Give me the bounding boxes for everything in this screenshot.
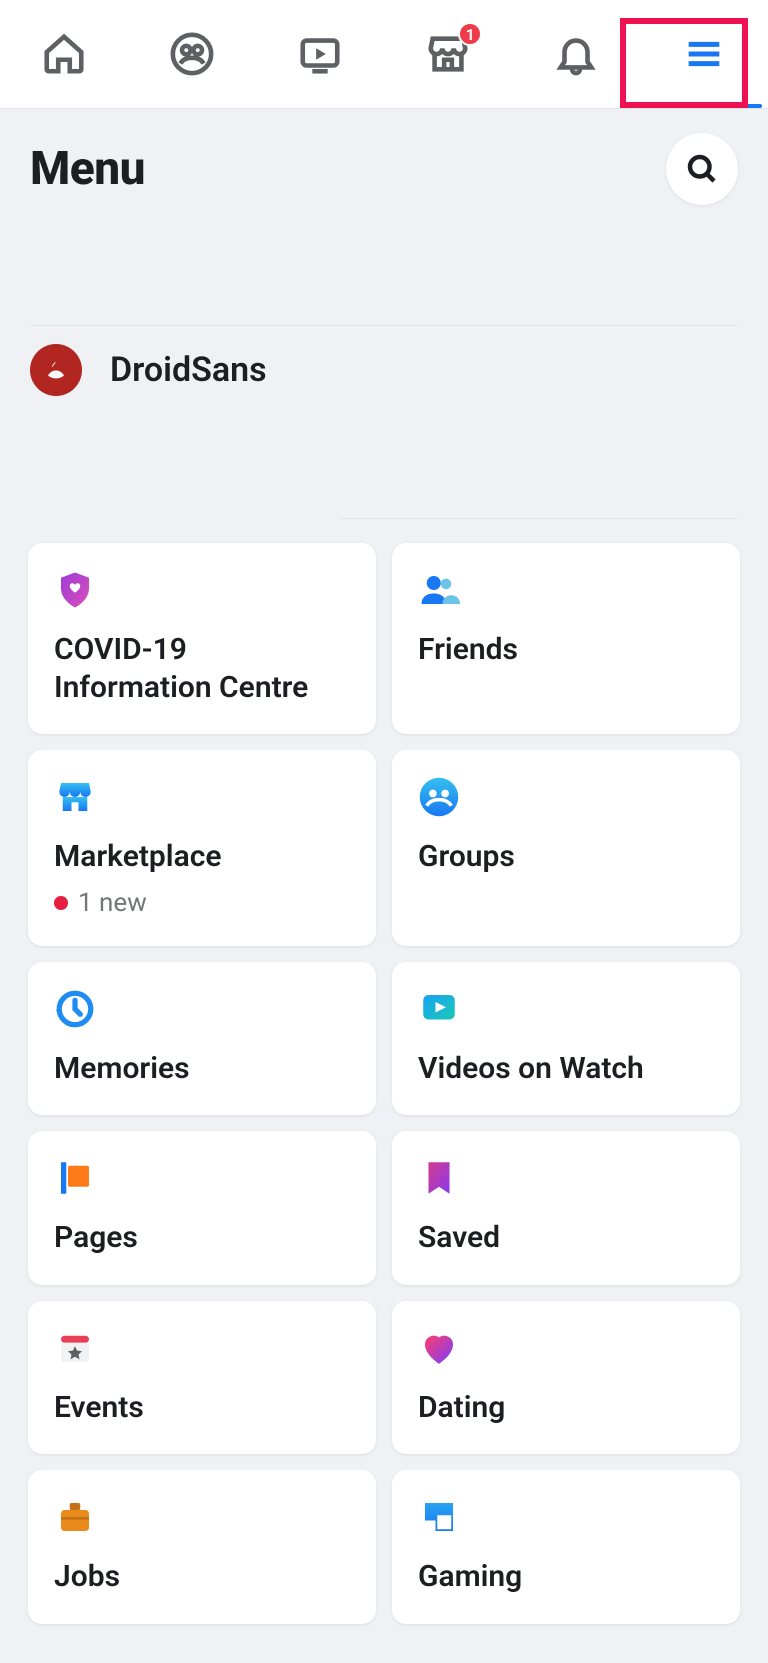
watch-icon [297,31,343,77]
bell-icon [553,31,599,77]
menu-item-label: Pages [54,1219,350,1257]
groups-color-icon [418,776,460,818]
new-dot-icon [54,896,68,910]
menu-item-label: Saved [418,1219,714,1257]
menu-item-friends[interactable]: Friends [392,543,740,734]
menu-item-groups[interactable]: Groups [392,750,740,946]
menu-item-sublabel: 1 new [54,888,350,918]
dating-icon [418,1327,460,1369]
jobs-icon [54,1496,96,1538]
pages-icon [54,1157,96,1199]
groups-icon [169,31,215,77]
hamburger-icon [681,31,727,77]
menu-item-memories[interactable]: Memories [28,962,376,1116]
top-nav: 1 [0,0,768,109]
marketplace-color-icon [54,776,96,818]
menu-item-label: Friends [418,631,714,669]
menu-item-subtext: 1 new [78,888,147,918]
menu-item-marketplace[interactable]: Marketplace 1 new [28,750,376,946]
avatar [30,344,82,396]
marketplace-badge: 1 [458,22,482,46]
tab-watch[interactable] [256,0,384,108]
menu-header: Menu [0,109,768,205]
tab-marketplace[interactable]: 1 [384,0,512,108]
home-icon [41,31,87,77]
profile-name: DroidSans [110,350,267,390]
menu-item-gaming[interactable]: Gaming [392,1470,740,1624]
shield-heart-icon [54,569,96,611]
menu-item-label: Groups [418,838,714,876]
menu-item-label: Memories [54,1050,350,1088]
menu-item-label: Dating [418,1389,714,1427]
menu-item-videos[interactable]: Videos on Watch [392,962,740,1116]
memories-icon [54,988,96,1030]
menu-item-label: Events [54,1389,350,1427]
saved-icon [418,1157,460,1199]
tab-notifications[interactable] [512,0,640,108]
tab-menu[interactable] [640,0,768,108]
menu-item-covid[interactable]: COVID-19 Information Centre [28,543,376,734]
menu-item-jobs[interactable]: Jobs [28,1470,376,1624]
tab-groups[interactable] [128,0,256,108]
divider [339,518,738,519]
menu-item-events[interactable]: Events [28,1301,376,1455]
search-icon [684,151,720,187]
events-icon [54,1327,96,1369]
profile-row[interactable]: DroidSans [0,326,768,418]
tab-home[interactable] [0,0,128,108]
menu-item-label: Videos on Watch [418,1050,714,1088]
menu-item-label: Marketplace [54,838,350,876]
gaming-icon [418,1496,460,1538]
menu-item-label: Gaming [418,1558,714,1596]
menu-item-pages[interactable]: Pages [28,1131,376,1285]
page-title: Menu [30,142,145,196]
menu-item-saved[interactable]: Saved [392,1131,740,1285]
menu-grid: COVID-19 Information Centre Friends Mark… [28,543,740,1624]
menu-item-label: Jobs [54,1558,350,1596]
menu-item-label: COVID-19 Information Centre [54,631,350,706]
search-button[interactable] [666,133,738,205]
friends-icon [418,569,460,611]
avatar-glyph-icon [40,354,72,386]
videos-icon [418,988,460,1030]
menu-item-dating[interactable]: Dating [392,1301,740,1455]
